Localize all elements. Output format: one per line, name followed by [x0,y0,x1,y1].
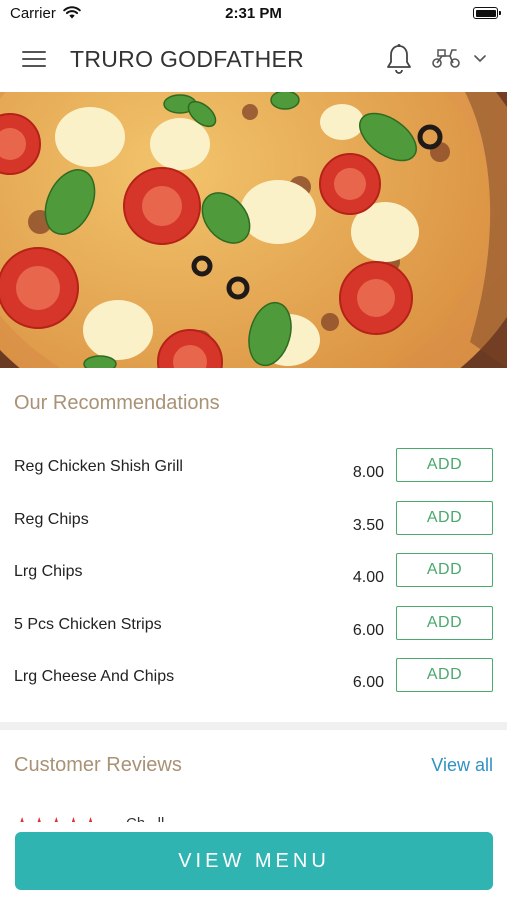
item-name: Reg Chicken Shish Grill [14,458,183,475]
add-button[interactable]: ADD [396,448,493,482]
status-bar: Carrier 2:31 PM [0,0,507,28]
battery-icon [473,7,501,19]
list-item: Lrg Cheese And Chips 6.00 ADD [0,658,507,720]
recommendations-title: Our Recommendations [14,392,220,414]
item-price: 6.00 [352,674,384,691]
section-divider [0,722,507,730]
chevron-down-icon[interactable] [473,54,487,64]
item-name: 5 Pcs Chicken Strips [14,616,162,633]
view-menu-button[interactable]: VIEW MENU [15,832,493,890]
add-button[interactable]: ADD [396,553,493,587]
bell-icon[interactable] [385,43,413,75]
item-price: 4.00 [352,569,384,586]
item-price: 8.00 [352,464,384,481]
reviews-title: Customer Reviews [14,754,182,776]
pizza-illustration [0,92,507,368]
add-button[interactable]: ADD [396,658,493,692]
item-price: 6.00 [352,622,384,639]
item-name: Reg Chips [14,511,89,528]
add-button[interactable]: ADD [396,501,493,535]
item-name: Lrg Cheese And Chips [14,668,175,685]
hero-pizza-image [0,92,507,368]
item-name: Lrg Chips [14,563,83,580]
app-title: TRURO GODFATHER [70,46,305,72]
menu-icon[interactable] [22,50,48,70]
view-all-link[interactable]: View all [431,755,493,776]
clock: 2:31 PM [225,5,282,22]
item-price: 3.50 [352,517,384,534]
app-header: TRURO GODFATHER [0,28,507,92]
delivery-scooter-icon[interactable] [431,47,461,69]
add-button[interactable]: ADD [396,606,493,640]
